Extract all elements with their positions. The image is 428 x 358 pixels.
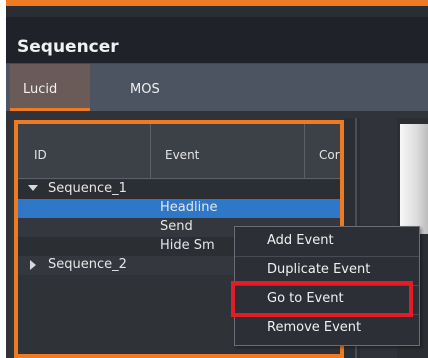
column-header-cor-label: Cor [319,148,340,162]
event-send-label: Send [160,219,193,234]
column-header-id-label: ID [34,148,47,162]
event-headline-label: Headline [160,200,218,215]
tab-lucid[interactable]: Lucid [10,64,90,111]
sequence-2-label: Sequence_2 [48,257,127,272]
sequencer-app: Sequencer Lucid MOS ID Event Cor Sequenc… [0,0,428,358]
event-hide-label: Hide Sm [160,238,215,253]
column-header-id[interactable]: ID [18,124,151,178]
sequence-1-label: Sequence_1 [48,181,127,196]
menu-item-remove-event[interactable]: Remove Event [235,314,419,343]
titlebar: Sequencer [6,17,428,64]
expand-arrow-right-icon[interactable] [30,260,36,270]
table-header: ID Event Cor [18,124,340,179]
column-header-cor[interactable]: Cor [305,124,340,178]
menu-item-add-event-label: Add Event [267,233,334,248]
tab-mos-label: MOS [130,82,160,97]
tree-row-headline[interactable]: Headline [18,199,340,218]
tab-lucid-label: Lucid [23,82,58,97]
expand-arrow-down-icon[interactable] [28,185,38,191]
preview-thumbnail [400,124,428,234]
menu-item-duplicate-event-label: Duplicate Event [267,262,371,277]
column-header-event-label: Event [165,148,200,162]
tree-row-sequence-1[interactable]: Sequence_1 [18,180,340,199]
menu-item-remove-event-label: Remove Event [267,320,362,335]
go-to-event-highlight-box [231,281,413,317]
tab-mos[interactable]: MOS [118,64,198,111]
column-header-event[interactable]: Event [151,124,305,178]
window-title: Sequencer [17,37,119,57]
menu-item-add-event[interactable]: Add Event [235,227,419,257]
tab-bar: Lucid MOS [6,64,428,111]
